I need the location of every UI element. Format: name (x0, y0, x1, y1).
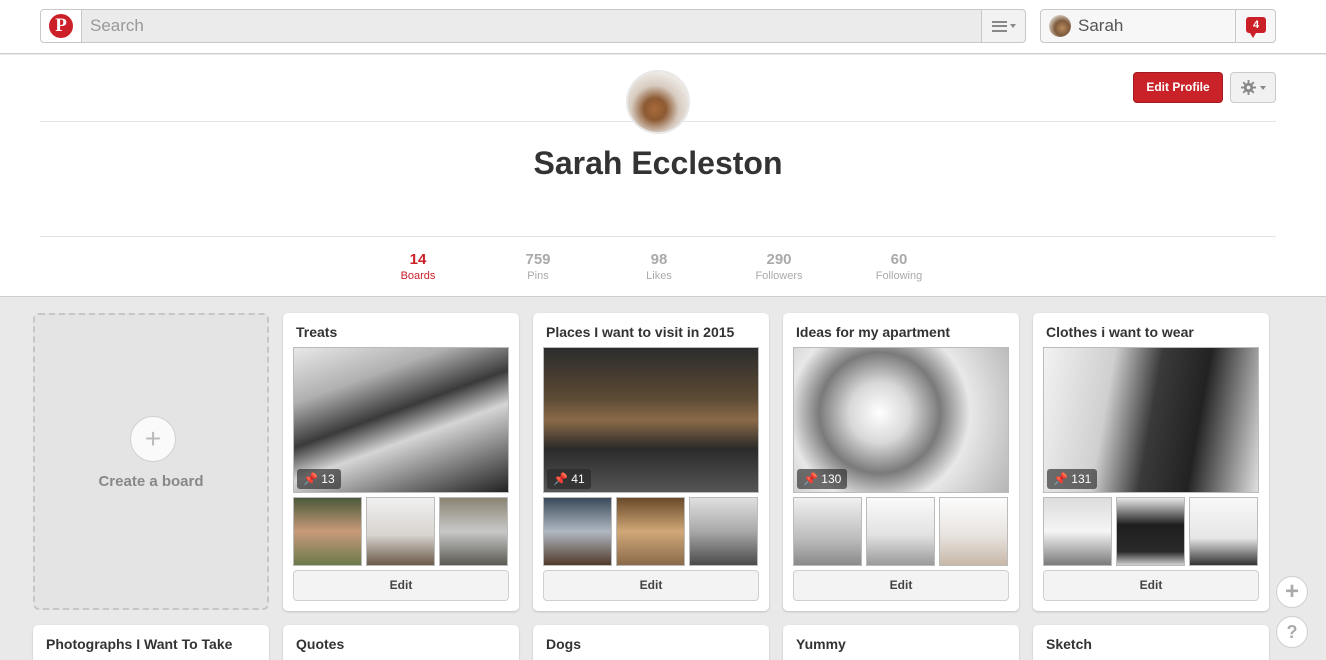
board-edit-button[interactable]: Edit (293, 570, 509, 601)
board-cover-image[interactable]: 📌 13 (293, 347, 509, 493)
board-thumbnail[interactable] (1116, 497, 1185, 566)
board-card[interactable]: Treats 📌 13 Edit (283, 313, 519, 611)
board-title: Photographs I Want To Take (46, 636, 233, 652)
chevron-down-icon (1259, 85, 1266, 90)
board-cover-image[interactable]: 📌 131 (1043, 347, 1259, 493)
pin-count-badge: 📌 13 (297, 469, 341, 489)
board-cover-image[interactable]: 📌 41 (543, 347, 759, 493)
categories-menu-button[interactable] (981, 9, 1026, 43)
plus-icon: + (1284, 578, 1299, 605)
stat-pins[interactable]: 759 Pins (488, 251, 588, 282)
board-thumbnail[interactable] (866, 497, 935, 566)
board-card[interactable]: Photographs I Want To Take (33, 625, 269, 660)
user-name: Sarah (1078, 16, 1124, 35)
menu-icon (991, 20, 1007, 32)
pin-count: 13 (321, 472, 335, 486)
board-thumbnail[interactable] (793, 497, 862, 566)
notification-icon: 4 (1246, 17, 1266, 38)
create-board-label: Create a board (98, 473, 204, 490)
settings-button[interactable] (1230, 72, 1276, 103)
stat-label: Pins (527, 270, 549, 282)
search-box (82, 9, 982, 43)
board-thumbnail[interactable] (1043, 497, 1112, 566)
stat-label: Following (875, 270, 923, 282)
board-thumbnail[interactable] (366, 497, 435, 566)
board-thumbnail[interactable] (293, 497, 362, 566)
board-thumbnails (1043, 497, 1259, 566)
search-input[interactable] (82, 10, 981, 42)
board-title: Yummy (796, 636, 846, 652)
board-card[interactable]: Dogs (533, 625, 769, 660)
board-card[interactable]: Places I want to visit in 2015 📌 41 Edit (533, 313, 769, 611)
stat-boards[interactable]: 14 Boards (368, 251, 468, 282)
stat-label: Followers (755, 270, 803, 282)
board-card[interactable]: Ideas for my apartment 📌 130 Edit (783, 313, 1019, 611)
pin-count: 130 (821, 472, 842, 486)
board-edit-button[interactable]: Edit (543, 570, 759, 601)
stat-value: 290 (766, 251, 792, 268)
create-board-tile[interactable]: + Create a board (33, 313, 269, 610)
add-pin-button[interactable]: + (1276, 576, 1308, 608)
board-edit-button[interactable]: Edit (1043, 570, 1259, 601)
board-title: Dogs (546, 636, 581, 652)
board-title: Clothes i want to wear (1046, 324, 1194, 340)
pinterest-logo-icon[interactable]: P (40, 9, 82, 43)
board-thumbnail[interactable] (543, 497, 612, 566)
stat-label: Likes (646, 270, 672, 282)
stat-label: Boards (400, 270, 436, 282)
board-title: Sketch (1046, 636, 1092, 652)
stat-value: 60 (890, 251, 908, 268)
board-thumbnails (543, 497, 759, 566)
chevron-down-icon (1009, 24, 1016, 28)
help-button[interactable]: ? (1276, 616, 1308, 648)
pin-count-badge: 📌 130 (797, 469, 848, 489)
profile-header: Edit Profile Sarah Eccleston 14 Boards 7… (0, 55, 1326, 297)
board-title: Places I want to visit in 2015 (546, 324, 735, 340)
plus-icon: + (130, 416, 176, 462)
board-card[interactable]: Yummy (783, 625, 1019, 660)
board-card[interactable]: Quotes (283, 625, 519, 660)
user-menu-button[interactable]: Sarah (1040, 9, 1236, 43)
profile-avatar[interactable] (626, 70, 690, 134)
gear-icon (1240, 80, 1256, 95)
divider (40, 236, 1276, 237)
board-thumbnail[interactable] (939, 497, 1008, 566)
profile-name: Sarah Eccleston (533, 145, 783, 181)
logo-letter: P (49, 14, 73, 38)
board-thumbnails (293, 497, 509, 566)
help-icon: ? (1286, 622, 1298, 642)
board-title: Quotes (296, 636, 345, 652)
edit-profile-button[interactable]: Edit Profile (1133, 72, 1223, 103)
board-title: Ideas for my apartment (796, 324, 951, 340)
stat-value: 98 (650, 251, 668, 268)
notifications-button[interactable]: 4 (1235, 9, 1276, 43)
board-edit-button[interactable]: Edit (793, 570, 1009, 601)
pin-count: 131 (1071, 472, 1092, 486)
pin-count: 41 (571, 472, 585, 486)
stat-followers[interactable]: 290 Followers (729, 251, 829, 282)
board-thumbnail[interactable] (1189, 497, 1258, 566)
board-thumbnail[interactable] (439, 497, 508, 566)
avatar (1049, 15, 1071, 37)
stat-value: 759 (525, 251, 551, 268)
board-title: Treats (296, 324, 338, 340)
board-thumbnail[interactable] (616, 497, 685, 566)
board-thumbnails (793, 497, 1009, 566)
stat-likes[interactable]: 98 Likes (609, 251, 709, 282)
board-cover-image[interactable]: 📌 130 (793, 347, 1009, 493)
pin-count-badge: 📌 131 (1047, 469, 1098, 489)
board-thumbnail[interactable] (689, 497, 758, 566)
stat-value: 14 (409, 251, 427, 268)
top-bar: P Sarah 4 (0, 0, 1326, 54)
stat-following[interactable]: 60 Following (849, 251, 949, 282)
board-card[interactable]: Sketch (1033, 625, 1269, 660)
pin-count-badge: 📌 41 (547, 469, 591, 489)
board-card[interactable]: Clothes i want to wear 📌 131 Edit (1033, 313, 1269, 611)
